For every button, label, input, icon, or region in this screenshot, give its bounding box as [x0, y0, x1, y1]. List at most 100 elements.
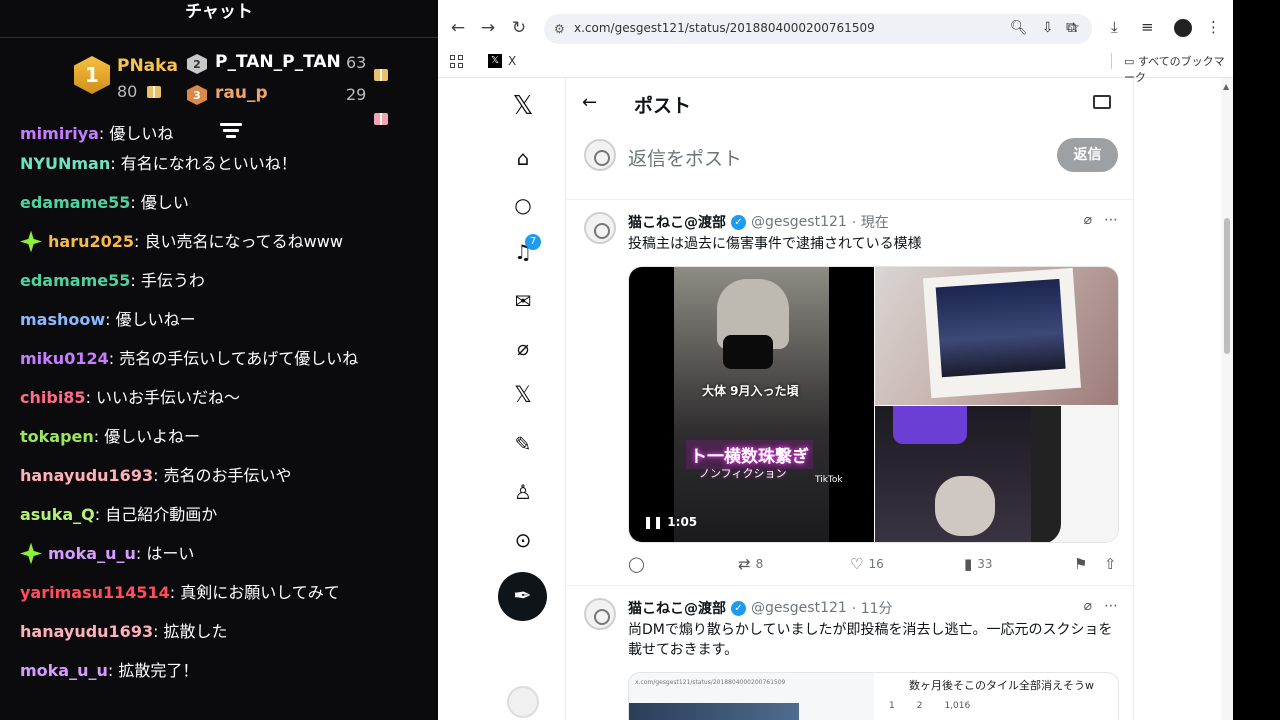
tweet-media[interactable]: x.com/gesgest121/status/2018804000200761…: [628, 672, 1119, 720]
tweet-photo[interactable]: [875, 406, 1040, 542]
more-icon[interactable]: ⋯: [1104, 598, 1118, 614]
tweet-handle[interactable]: @gesgest121: [751, 600, 847, 616]
chat-username[interactable]: NYUNman: [20, 144, 110, 183]
download-icon[interactable]: ⤓: [1111, 18, 1118, 36]
avatar[interactable]: [584, 212, 616, 244]
back-icon[interactable]: ←: [448, 18, 468, 38]
apps-grid-icon[interactable]: [450, 55, 463, 68]
retweet-action[interactable]: ⇄ 8: [738, 555, 763, 573]
chat-username[interactable]: chibi85: [20, 378, 86, 417]
menu-icon[interactable]: ⋮: [1206, 18, 1221, 36]
chat-username[interactable]: mashoow: [20, 300, 105, 339]
chat-username[interactable]: hanayudu1693: [20, 456, 153, 495]
install-icon[interactable]: ⇩: [1042, 20, 1054, 36]
video-controls[interactable]: ❚❚ 1:05: [643, 515, 697, 529]
profile-icon[interactable]: ♙: [511, 480, 535, 504]
address-bar[interactable]: ⚙ x.com/gesgest121/status/20188040002007…: [544, 14, 1092, 44]
tweet-handle[interactable]: @gesgest121: [751, 214, 847, 230]
more-icon[interactable]: ⊙: [511, 528, 535, 552]
url-text[interactable]: x.com/gesgest121/status/2018804000200761…: [574, 21, 875, 35]
leader-2-count: 63: [346, 53, 367, 72]
scroll-up-icon[interactable]: ▲: [1223, 82, 1229, 91]
share-action[interactable]: ⇧: [1104, 555, 1117, 573]
tweet-time[interactable]: · 現在: [852, 212, 889, 232]
views-action[interactable]: ▮ 33: [964, 555, 993, 573]
edit-icon[interactable]: ✎: [511, 432, 535, 456]
chat-username[interactable]: yarimasu114514: [20, 573, 170, 612]
tweet-video[interactable]: 大体 9月入った頃 ト一横数珠繋ぎ ノンフィクション TikTok ❚❚ 1:0…: [629, 267, 874, 542]
fist-image: [935, 476, 995, 536]
reader-mode-icon[interactable]: [1093, 95, 1111, 109]
reload-icon[interactable]: ↻: [509, 18, 529, 38]
grok-icon[interactable]: ⌀: [511, 336, 535, 360]
retweet-count: 8: [755, 557, 764, 571]
leader-1-name[interactable]: PNaka: [117, 56, 178, 76]
tweet-actions: ◯ ⇄ 8 ♡ 16 ▮ 33 ⚑ ⇧: [628, 555, 1120, 575]
reply-action[interactable]: ◯: [628, 555, 645, 573]
reply-composer: 返信をポスト 返信: [566, 130, 1134, 200]
chat-username[interactable]: asuka_Q: [20, 495, 95, 534]
chat-username[interactable]: tokapen: [20, 417, 94, 456]
reply-input[interactable]: 返信をポスト: [628, 144, 742, 171]
mail-icon[interactable]: ✉: [511, 289, 535, 313]
tweet-top-actions: ⌀ ⋯: [1084, 212, 1118, 228]
search-icon[interactable]: ○: [511, 193, 535, 217]
like-action[interactable]: ♡ 16: [850, 555, 884, 573]
profile-avatar[interactable]: [1174, 19, 1192, 37]
page-scrollbar[interactable]: ▲: [1221, 78, 1233, 720]
home-icon[interactable]: ⌂: [511, 146, 535, 170]
tweet-photo[interactable]: [1031, 406, 1118, 542]
grok-icon[interactable]: ⌀: [1084, 212, 1092, 228]
extensions-icon[interactable]: ⧉: [1066, 18, 1077, 36]
gift-icon: [147, 86, 161, 98]
chat-username[interactable]: edamame55: [20, 183, 130, 222]
reply-icon: ◯: [628, 555, 645, 573]
chat-username[interactable]: mimiriya: [20, 124, 99, 144]
back-arrow-icon[interactable]: ←: [582, 92, 597, 113]
scroll-thumb[interactable]: [1224, 218, 1230, 354]
x-favicon-icon[interactable]: 𝕏: [488, 54, 502, 68]
compose-post-button[interactable]: ✒: [498, 572, 547, 621]
heart-icon: ♡: [850, 555, 864, 573]
tweet-photo[interactable]: [875, 267, 1118, 405]
tweet-author-name[interactable]: 猫こねこ@渡部: [628, 212, 726, 232]
chat-username[interactable]: moka_u_u: [20, 651, 108, 690]
tweet-time[interactable]: · 11分: [852, 598, 893, 618]
reply-button[interactable]: 返信: [1057, 138, 1118, 172]
bookmark-action[interactable]: ⚑: [1074, 555, 1087, 573]
zoom-icon[interactable]: 🔍︎: [1010, 20, 1028, 36]
grok-icon[interactable]: ⌀: [1084, 598, 1092, 614]
pause-icon[interactable]: ❚❚: [643, 515, 667, 529]
video-caption: ノンフィクション: [699, 467, 787, 480]
leader-2-name[interactable]: P_TAN_P_TAN: [215, 52, 341, 72]
more-icon[interactable]: ⋯: [1104, 212, 1118, 228]
tweet[interactable]: 猫こねこ@渡部 ✓ @gesgest121 · 現在 ⌀ ⋯ 投稿主は過去に傷害…: [566, 200, 1134, 586]
site-info-icon[interactable]: ⚙: [554, 22, 568, 36]
x-premium-icon[interactable]: 𝕏: [511, 384, 535, 408]
chat-username[interactable]: haru2025: [48, 222, 134, 261]
chat-message: moka_u_u: 拡散完了！: [20, 651, 430, 690]
notification-badge: 7: [525, 234, 541, 250]
forward-icon[interactable]: →: [478, 18, 498, 38]
media-control-icon[interactable]: ≡: [1141, 18, 1154, 36]
peace-sign-image: [893, 406, 967, 444]
tweet[interactable]: 猫こねこ@渡部 ✓ @gesgest121 · 11分 ⌀ ⋯ 尚DMで煽り散ら…: [566, 586, 1134, 720]
retweet-icon: ⇄: [738, 555, 751, 573]
verified-icon: ✓: [731, 600, 746, 616]
right-background: [1233, 0, 1280, 720]
chat-username[interactable]: hanayudu1693: [20, 612, 153, 651]
chat-text: : 優しいねー: [105, 310, 196, 329]
account-avatar[interactable]: [507, 686, 539, 718]
chat-username[interactable]: miku0124: [20, 339, 109, 378]
chat-username[interactable]: moka_u_u: [48, 534, 136, 573]
bell-icon[interactable]: ♫ 7: [511, 234, 541, 264]
chat-title: チャット: [185, 2, 253, 22]
screen: チャット 1 PNaka 80 2 P_TAN_P_TAN 63 3 rau_p…: [0, 0, 1280, 720]
bookmark-x[interactable]: X: [508, 54, 516, 68]
avatar[interactable]: [584, 598, 616, 630]
verified-icon: ✓: [731, 214, 746, 230]
x-logo-icon[interactable]: 𝕏: [511, 93, 535, 119]
tweet-author-name[interactable]: 猫こねこ@渡部: [628, 598, 726, 618]
leader-3-name[interactable]: rau_p: [215, 83, 268, 103]
chat-username[interactable]: edamame55: [20, 261, 130, 300]
